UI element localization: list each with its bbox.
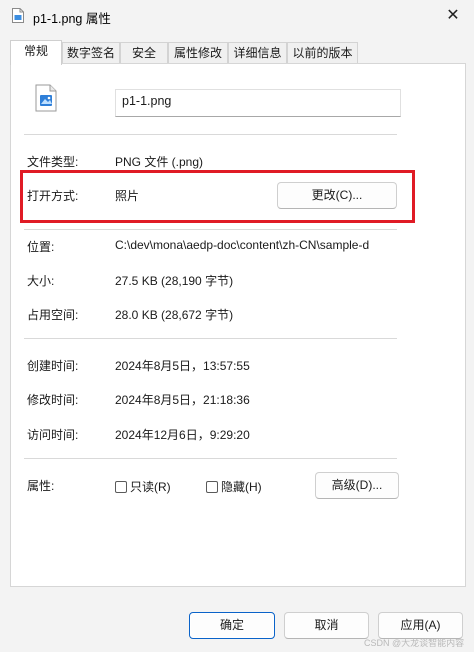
advanced-button[interactable]: 高级(D)... — [315, 472, 399, 499]
file-name-input[interactable]: p1-1.png — [115, 89, 401, 117]
file-type-label: 文件类型: — [27, 155, 79, 169]
accessed-value: 2024年12月6日，9:29:20 — [115, 428, 250, 442]
location-label: 位置: — [27, 240, 55, 254]
separator — [24, 134, 397, 135]
apply-button[interactable]: 应用(A) — [378, 612, 463, 639]
properties-window: p1-1.png 属性 ✕ 常规 数字签名 安全 属性修改 详细信息 以前的版本… — [0, 0, 474, 652]
size-value: 27.5 KB (28,190 字节) — [115, 274, 234, 288]
size-label: 大小: — [27, 274, 55, 288]
document-icon — [12, 8, 24, 23]
open-with-value: 照片 — [115, 189, 140, 203]
close-icon[interactable]: ✕ — [440, 4, 466, 28]
separator — [24, 458, 397, 459]
disk-size-label: 占用空间: — [27, 308, 79, 322]
change-button[interactable]: 更改(C)... — [277, 182, 397, 209]
tab-security[interactable]: 安全 — [120, 42, 168, 64]
watermark: CSDN @大龙谈智能内容 — [364, 638, 465, 648]
tab-attribute-changer[interactable]: 属性修改 — [168, 42, 228, 64]
readonly-checkbox[interactable]: 只读(R) — [115, 478, 171, 495]
tab-previous-versions[interactable]: 以前的版本 — [287, 42, 358, 64]
tab-digital-signatures[interactable]: 数字签名 — [62, 42, 120, 64]
checkbox-box[interactable] — [115, 481, 127, 493]
created-value: 2024年8月5日，13:57:55 — [115, 359, 250, 373]
file-type-value: PNG 文件 (.png) — [115, 155, 204, 169]
separator — [24, 338, 397, 339]
open-with-label: 打开方式: — [27, 189, 79, 203]
checkbox-box[interactable] — [206, 481, 218, 493]
attributes-label: 属性: — [27, 479, 55, 493]
hidden-checkbox[interactable]: 隐藏(H) — [206, 478, 262, 495]
created-label: 创建时间: — [27, 359, 79, 373]
title-bar[interactable]: p1-1.png 属性 ✕ — [0, 0, 474, 32]
general-panel: p1-1.png 文件类型: PNG 文件 (.png) 打开方式: 照片 更改… — [10, 63, 466, 587]
location-value: C:\dev\mona\aedp-doc\content\zh-CN\sampl… — [115, 238, 370, 252]
separator — [24, 229, 397, 230]
window-title: p1-1.png 属性 — [33, 12, 111, 26]
accessed-label: 访问时间: — [27, 428, 79, 442]
modified-value: 2024年8月5日，21:18:36 — [115, 393, 250, 407]
modified-label: 修改时间: — [27, 393, 79, 407]
cancel-button[interactable]: 取消 — [284, 612, 369, 639]
tab-details[interactable]: 详细信息 — [228, 42, 287, 64]
readonly-label: 只读(R) — [130, 480, 171, 494]
disk-size-value: 28.0 KB (28,672 字节) — [115, 308, 234, 322]
ok-button[interactable]: 确定 — [189, 612, 275, 639]
tab-general[interactable]: 常规 — [10, 40, 62, 65]
hidden-label: 隐藏(H) — [221, 480, 262, 494]
image-file-icon — [35, 84, 57, 115]
